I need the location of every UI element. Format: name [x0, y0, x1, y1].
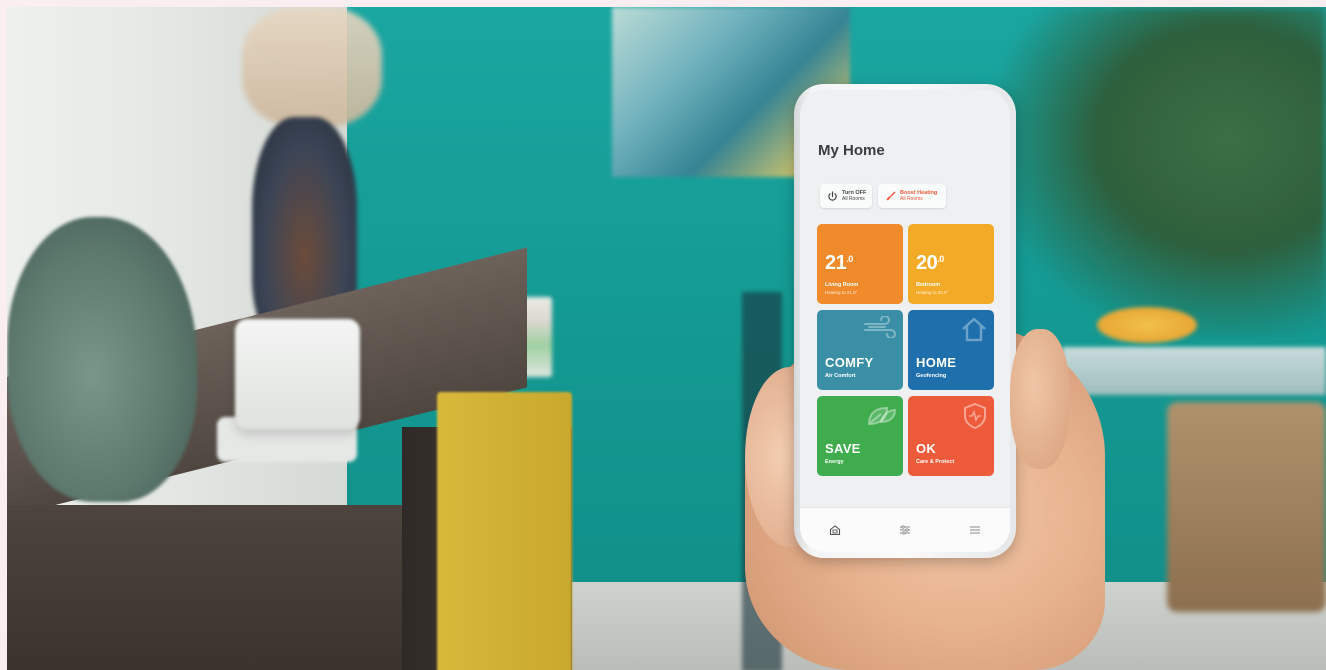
ok-sub: Care & Protect — [916, 459, 955, 465]
green-ceramic-vase — [7, 217, 197, 502]
sideboard-front — [7, 505, 407, 670]
plant — [997, 7, 1326, 337]
comfy-label: COMFY — [825, 355, 874, 370]
home-nav-icon[interactable] — [823, 520, 847, 540]
bedroom-status: Heating to 20.0° — [916, 290, 949, 295]
bedroom-temp-decimal: .0 — [937, 254, 944, 264]
dried-grass — [242, 7, 382, 127]
yellow-cabinet — [437, 392, 572, 670]
shield-icon — [962, 402, 988, 435]
photo-scene: My Home Turn OFF All Rooms Boost Heating… — [7, 7, 1326, 670]
menu-icon[interactable] — [963, 520, 987, 540]
fruit-bowl — [1097, 307, 1197, 343]
phone-screen: My Home Turn OFF All Rooms Boost Heating… — [800, 90, 1010, 552]
tile-bedroom[interactable]: 20.0 Bedroom Heating to 20.0° — [908, 224, 994, 304]
settings-sliders-icon[interactable] — [893, 520, 917, 540]
bedroom-temp: 20 — [916, 252, 938, 274]
tile-comfy[interactable]: COMFY Air Comfort — [817, 310, 903, 390]
home-label: HOME — [916, 355, 957, 370]
home-sub: Geofencing — [916, 373, 947, 379]
turn-off-button[interactable]: Turn OFF All Rooms — [820, 184, 872, 208]
tile-save[interactable]: SAVE Energy — [817, 396, 903, 476]
basket — [1167, 402, 1326, 612]
save-label: SAVE — [825, 441, 861, 456]
boost-heating-button[interactable]: Boost Heating All Rooms — [878, 184, 946, 208]
power-icon — [826, 190, 838, 202]
ok-label: OK — [916, 441, 937, 456]
index-finger — [1010, 329, 1070, 469]
table — [1062, 347, 1326, 395]
tile-home[interactable]: HOME Geofencing — [908, 310, 994, 390]
rocket-icon — [884, 190, 896, 202]
page-title: My Home — [818, 142, 885, 159]
save-sub: Energy — [825, 459, 844, 465]
turn-off-sub: All Rooms — [842, 196, 865, 202]
smartphone: My Home Turn OFF All Rooms Boost Heating… — [794, 84, 1016, 558]
wind-icon — [863, 315, 897, 343]
living-room-label: Living Room — [825, 282, 859, 288]
smart-thermostat — [235, 319, 360, 429]
tile-living-room[interactable]: 21.0 Living Room Heating to 21.0° — [817, 224, 903, 304]
bedroom-label: Bedroom — [916, 282, 941, 288]
living-room-status: Heating to 21.0° — [825, 290, 858, 295]
living-room-temp-decimal: .0 — [846, 254, 853, 264]
leaf-icon — [865, 402, 897, 433]
tile-ok[interactable]: OK Care & Protect — [908, 396, 994, 476]
house-icon — [960, 316, 988, 347]
comfy-sub: Air Comfort — [825, 373, 856, 379]
bottom-nav — [800, 507, 1010, 552]
living-room-temp: 21 — [825, 252, 847, 274]
boost-heating-sub: All Rooms — [900, 196, 923, 202]
